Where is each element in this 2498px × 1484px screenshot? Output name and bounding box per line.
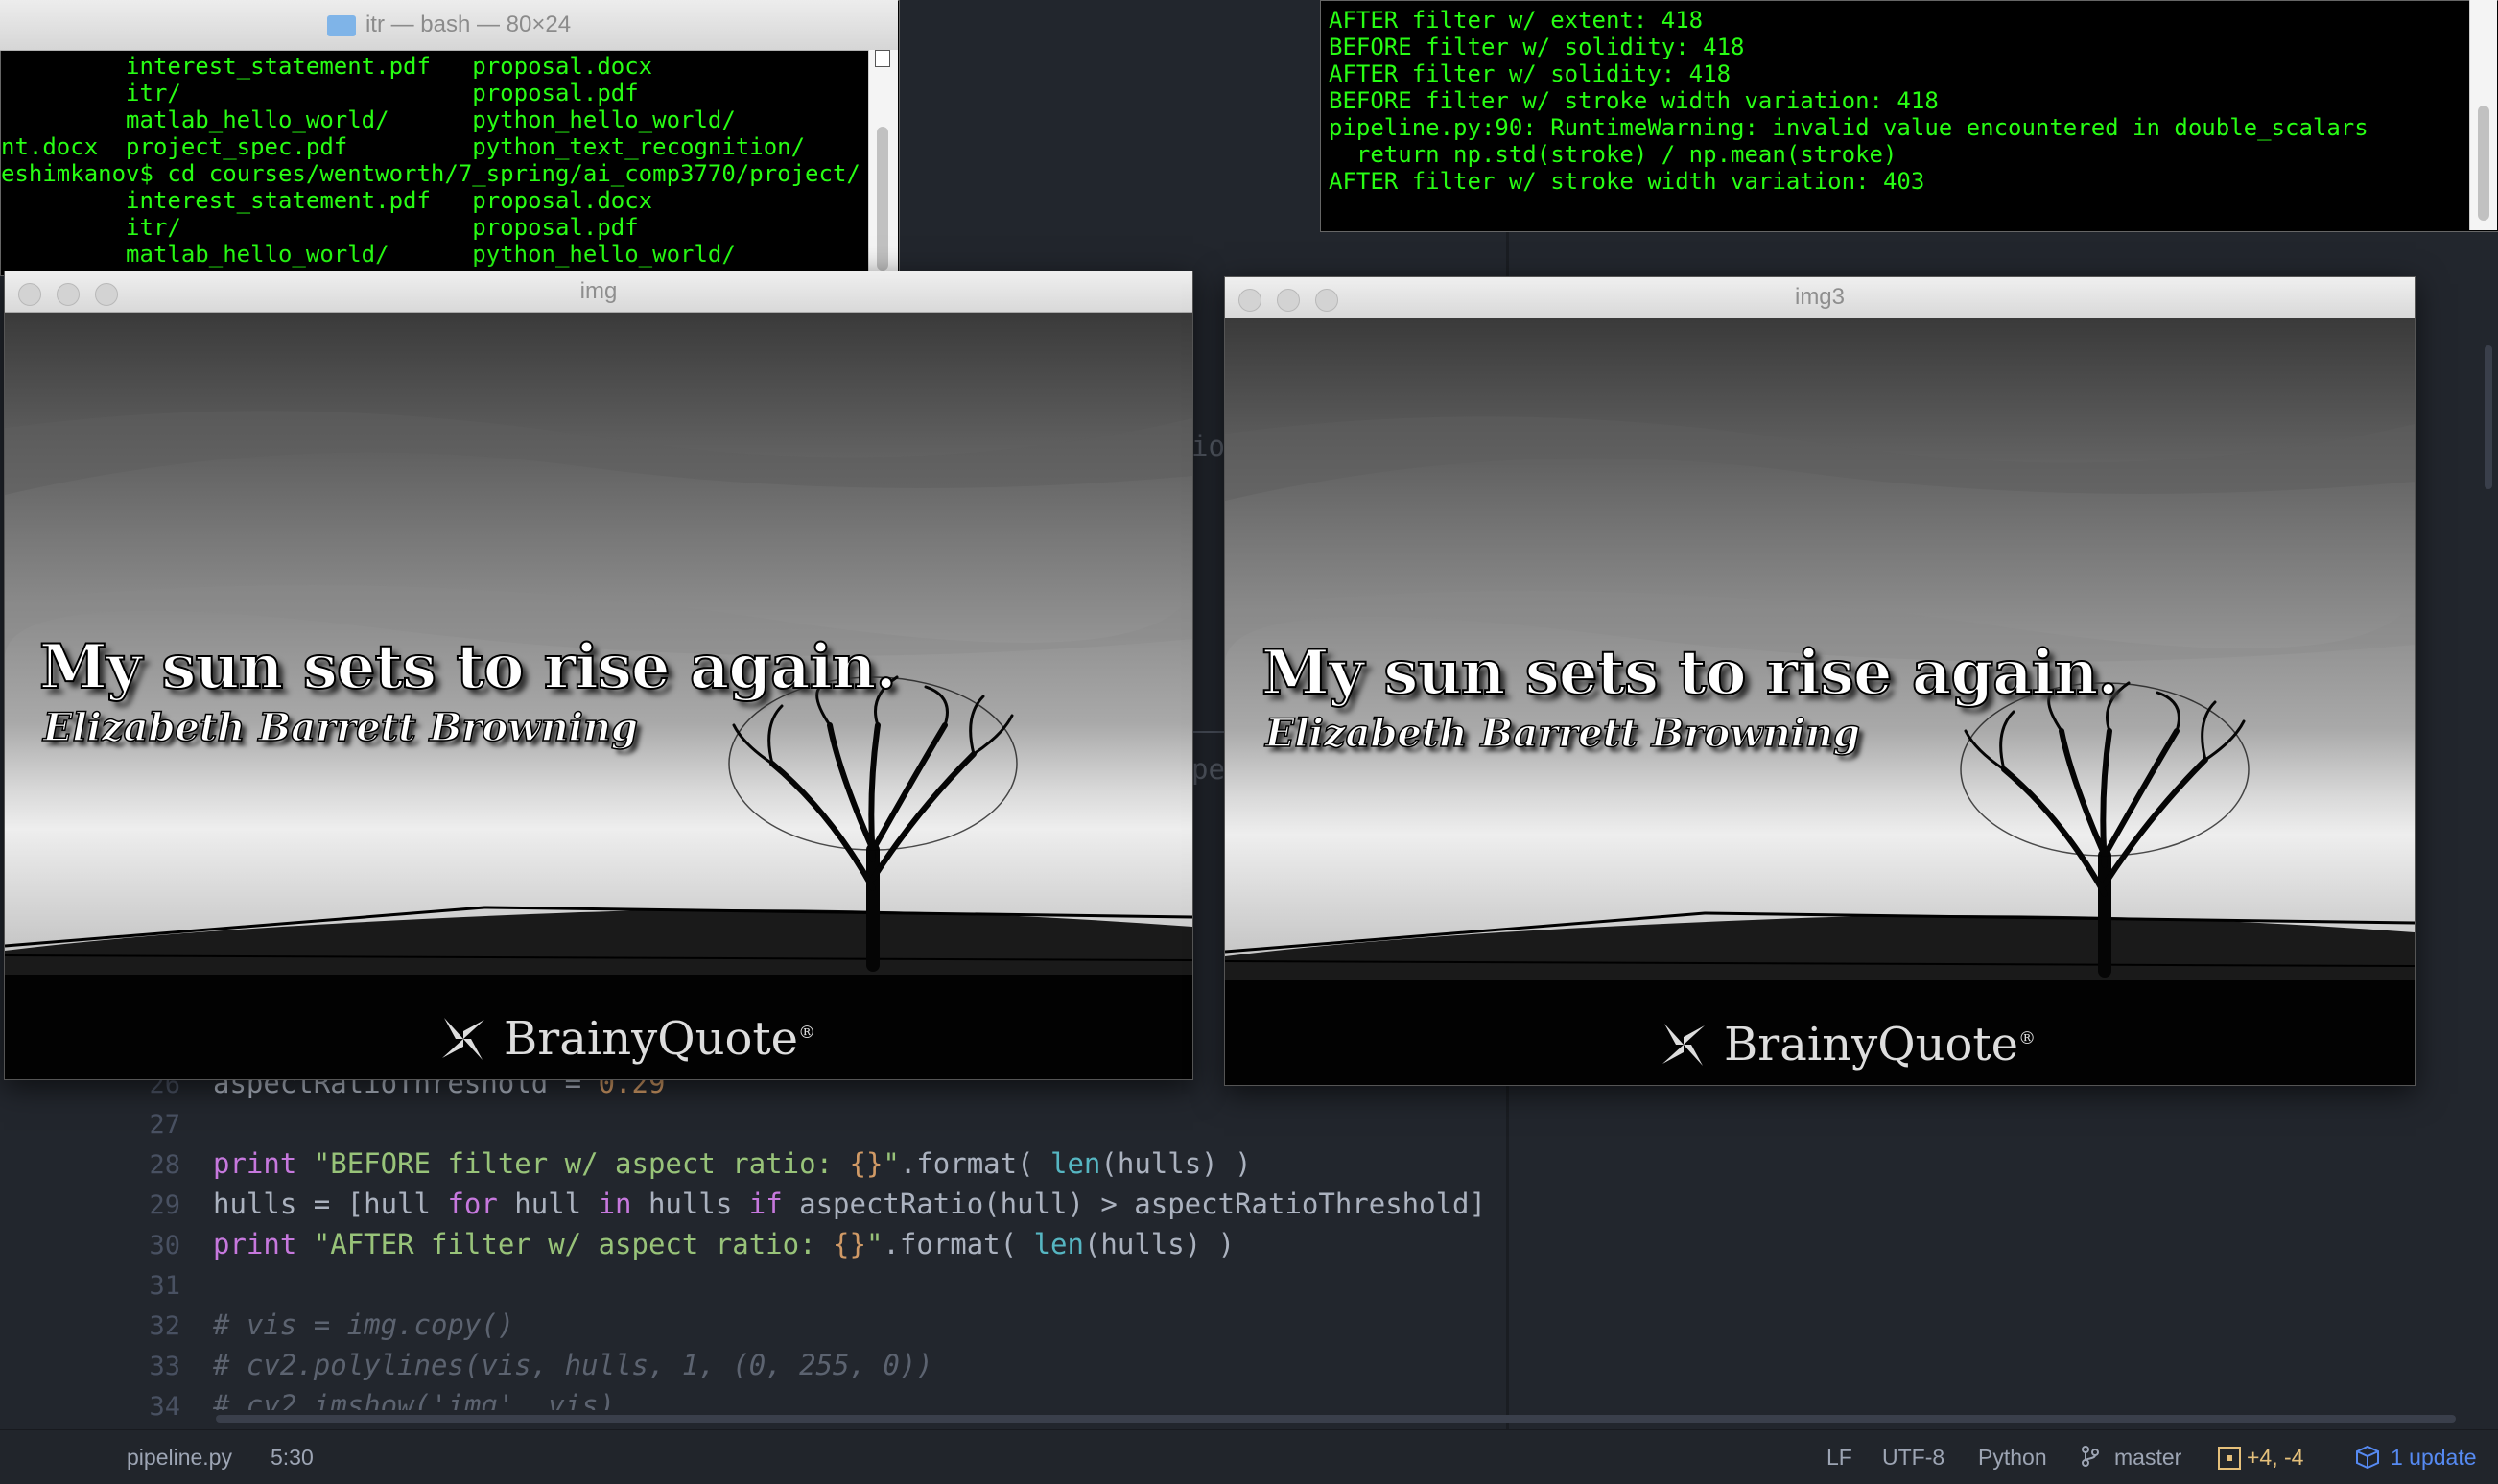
status-git-branch[interactable]: master	[2114, 1445, 2181, 1471]
package-update-icon	[2354, 1445, 2383, 1475]
quote-text: My sun sets to rise again.	[1261, 636, 2120, 710]
window-title: img	[579, 278, 618, 304]
scrollbar-thumb[interactable]	[877, 127, 888, 271]
quote-author: Elizabeth Barrett Browning	[1264, 710, 1860, 757]
brainyquote-brand: BrainyQuote®	[504, 1012, 815, 1066]
terminal-line: eshimkanov$ cd courses/wentworth/7_sprin…	[1, 160, 860, 187]
horizontal-scrollbar[interactable]	[216, 1415, 2456, 1423]
line-number: 27	[149, 1110, 180, 1140]
line-number: 34	[149, 1392, 180, 1422]
registered-mark: ®	[798, 1023, 816, 1043]
terminal-title-bar[interactable]: itr — bash — 80×24	[0, 0, 898, 51]
terminal-line: interest_statement.pdf proposal.docx	[1, 53, 653, 80]
registered-mark: ®	[2018, 1028, 2037, 1048]
status-git-diff[interactable]: +4, -4	[2247, 1445, 2303, 1471]
line-number: 28	[149, 1150, 180, 1180]
line-number: 29	[149, 1190, 180, 1220]
close-window-button[interactable]	[18, 283, 41, 306]
status-update-notification[interactable]: 1 update	[2391, 1445, 2477, 1471]
code-line: print "BEFORE filter w/ aspect ratio: {}…	[213, 1147, 1252, 1180]
terminal-line: nt.docx project_spec.pdf python_text_rec…	[1, 133, 806, 160]
terminal-line: pipeline.py:90: RuntimeWarning: invalid …	[1329, 114, 2368, 141]
quote-author: Elizabeth Barrett Browning	[42, 704, 638, 751]
status-grammar[interactable]: Python	[1978, 1445, 2047, 1471]
vertical-scrollbar[interactable]	[2485, 345, 2492, 489]
terminal-line: BEFORE filter w/ solidity: 418	[1329, 34, 1745, 60]
terminal-line: matlab_hello_world/ python_hello_world/	[1, 241, 736, 268]
quote-text: My sun sets to rise again.	[38, 630, 898, 704]
terminal-output-window[interactable]: AFTER filter w/ extent: 418 BEFORE filte…	[1320, 0, 2498, 232]
terminal-line: itr/ proposal.pdf	[1, 80, 639, 106]
minimize-window-button[interactable]	[1277, 289, 1300, 312]
status-bar: pipeline.py 5:30 LF UTF-8 Python master …	[0, 1429, 2498, 1484]
folder-icon	[326, 14, 356, 36]
window-title: img3	[1794, 284, 1846, 310]
terminal-line: AFTER filter w/ stroke width variation: …	[1329, 168, 1925, 195]
terminal-scrollbar[interactable]	[2469, 0, 2497, 230]
brainyquote-brand: BrainyQuote®	[1724, 1018, 2036, 1072]
brainyquote-logo-icon	[435, 1010, 492, 1068]
scrollbar-thumb[interactable]	[2478, 106, 2489, 221]
terminal-line: AFTER filter w/ extent: 418	[1329, 7, 1704, 34]
image-window-img[interactable]: img My sun sets to rise again. Elizabeth…	[4, 271, 1193, 1080]
close-window-button[interactable]	[1238, 289, 1261, 312]
code-area[interactable]: aspectRatioThreshold = 0.29 print "BEFOR…	[213, 1060, 1508, 1429]
terminal-line: BEFORE filter w/ stroke width variation:…	[1329, 87, 1939, 114]
code-line: hulls = [hull for hull in hulls if aspec…	[213, 1188, 1486, 1220]
terminal-line: matlab_hello_world/ python_hello_world/	[1, 106, 736, 133]
line-number: 30	[149, 1231, 180, 1260]
terminal-line: AFTER filter w/ solidity: 418	[1329, 60, 1732, 87]
zoom-window-button[interactable]	[95, 283, 118, 306]
terminal-scrollbar[interactable]	[868, 50, 898, 274]
window-title-bar[interactable]: img3	[1225, 277, 2415, 318]
git-diff-icon	[2218, 1447, 2241, 1470]
minimize-window-button[interactable]	[57, 283, 80, 306]
git-branch-icon	[2080, 1445, 2101, 1473]
code-line: # vis = img.copy()	[213, 1308, 515, 1341]
status-encoding[interactable]: UTF-8	[1882, 1445, 1944, 1471]
image-window-img3[interactable]: img3 My sun sets to rise again. Elizabet…	[1224, 276, 2416, 1086]
status-line-ending[interactable]: LF	[1826, 1445, 1852, 1471]
code-line: print "AFTER filter w/ aspect ratio: {}"…	[213, 1228, 1236, 1260]
scroll-button[interactable]	[875, 50, 890, 67]
terminal-title: itr — bash — 80×24	[365, 12, 572, 37]
code-line: # cv2.imshow('img', vis)	[213, 1389, 616, 1410]
status-cursor-position[interactable]: 5:30	[271, 1445, 314, 1471]
terminal-line: itr/ proposal.pdf	[1, 214, 639, 241]
line-number: 32	[149, 1311, 180, 1341]
window-title-bar[interactable]: img	[5, 271, 1192, 313]
status-file-name[interactable]: pipeline.py	[127, 1445, 232, 1471]
terminal-line: return np.std(stroke) / np.mean(stroke)	[1329, 141, 1897, 168]
terminal-line: interest_statement.pdf proposal.docx	[1, 187, 653, 214]
line-number-gutter: 26 27 28 29 30 31 32 33 34	[113, 1060, 180, 1429]
brand-name: BrainyQuote	[1724, 1018, 2019, 1072]
line-number: 33	[149, 1352, 180, 1381]
code-line: # cv2.polylines(vis, hulls, 1, (0, 255, …	[213, 1349, 933, 1381]
line-number: 31	[149, 1271, 180, 1301]
zoom-window-button[interactable]	[1315, 289, 1338, 312]
brainyquote-logo-icon	[1655, 1016, 1712, 1073]
brand-name: BrainyQuote	[504, 1012, 799, 1066]
